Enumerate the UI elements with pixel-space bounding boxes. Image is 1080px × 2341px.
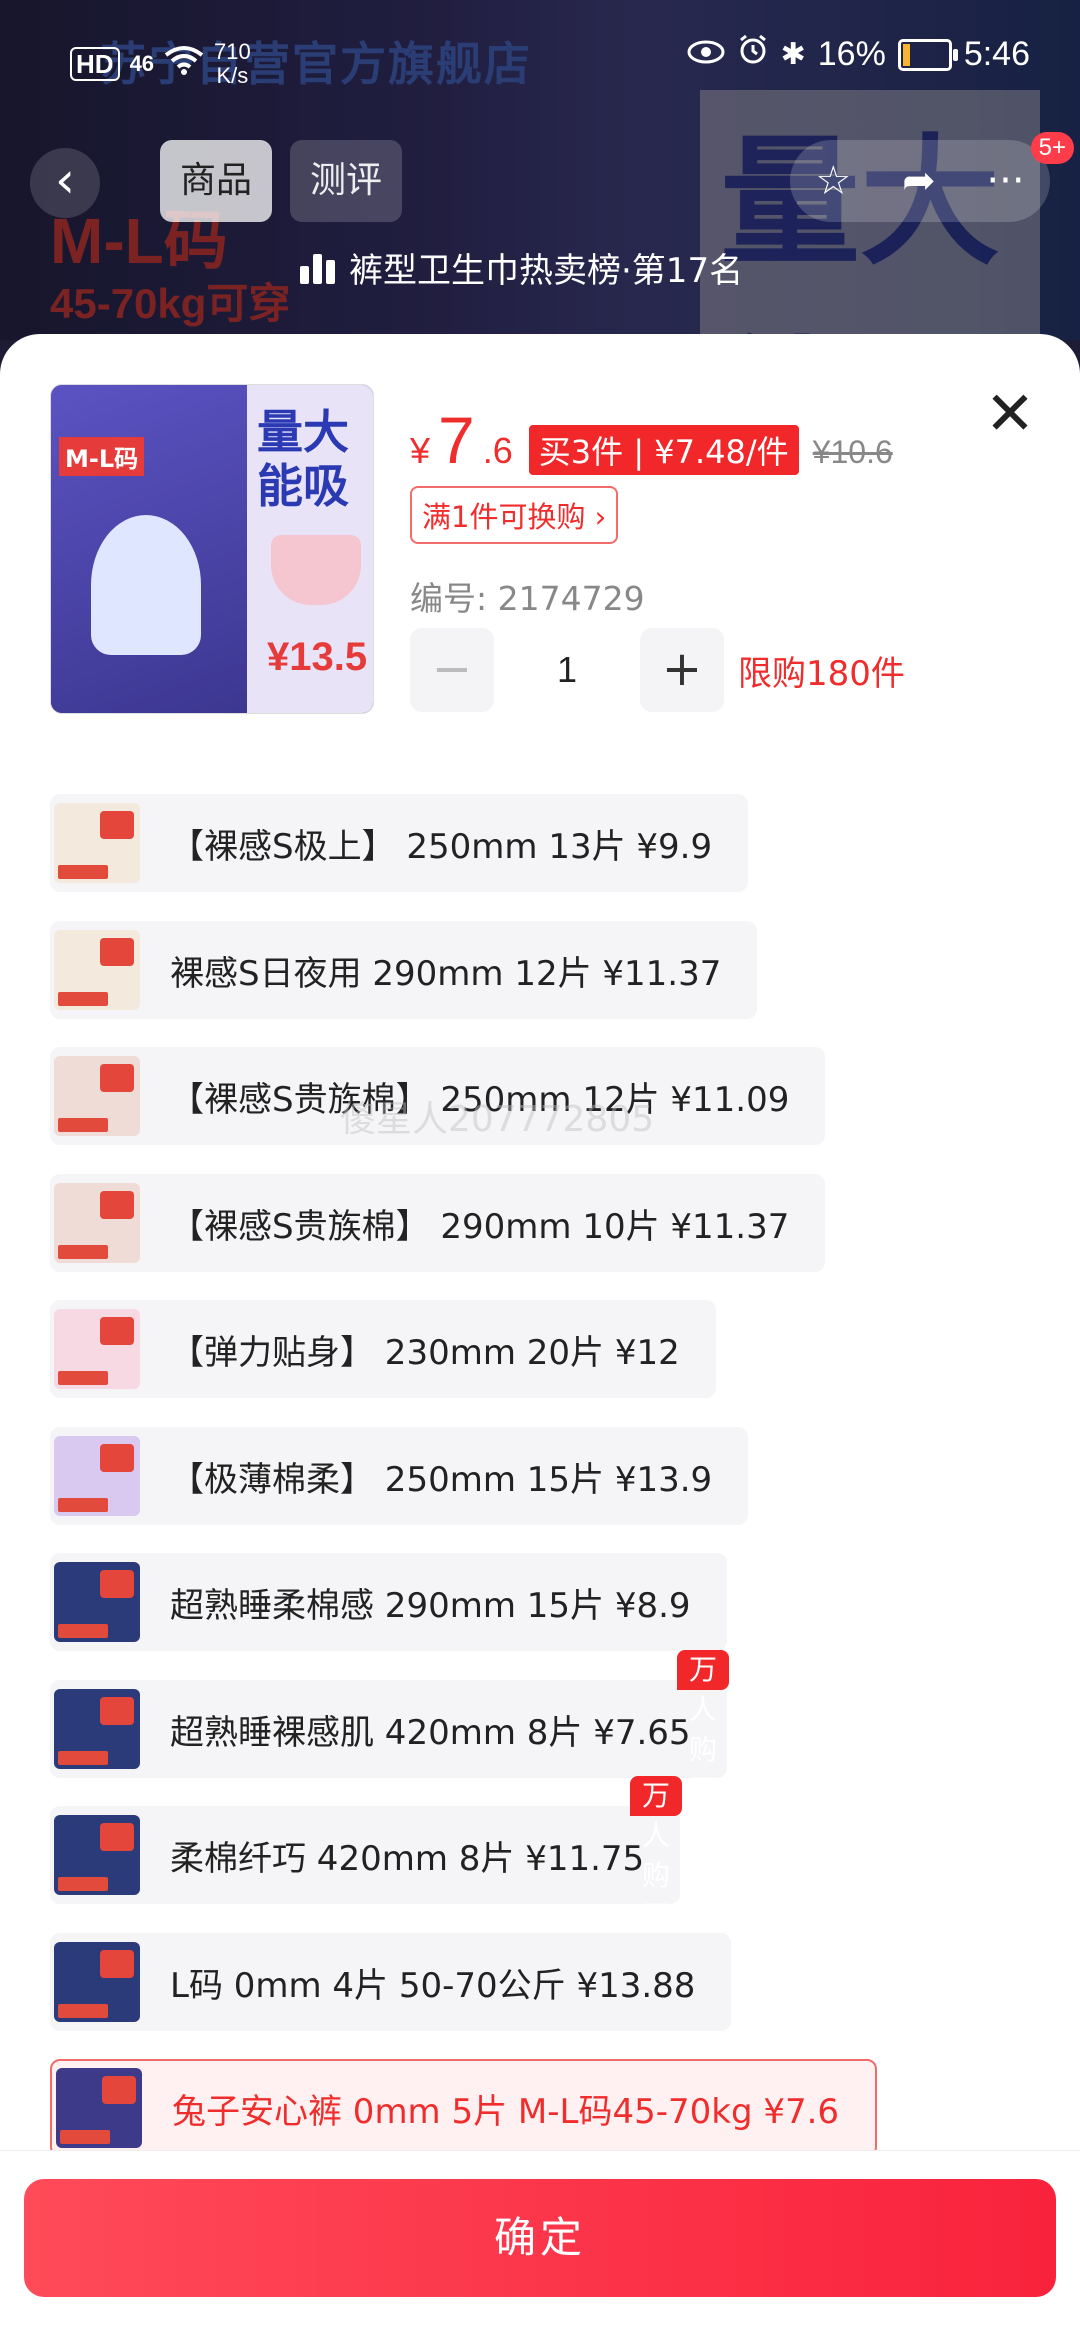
eye-icon [687, 35, 725, 74]
variant-label: 裸感S日夜用 290mm 12片 ¥11.37 [170, 953, 722, 994]
variant-option[interactable]: 【弹力贴身】 230mm 20片 ¥12 [50, 1300, 716, 1398]
price-integer: 7 [438, 403, 475, 477]
rank-text: 裤型卫生巾热卖榜·第17名 [349, 250, 744, 291]
variant-thumbnail [54, 1183, 140, 1263]
variant-thumbnail [54, 1942, 140, 2022]
popular-tag: 万人购买 [677, 1650, 730, 1806]
clock: 5:46 [963, 35, 1030, 73]
variant-thumbnail [54, 1056, 140, 1136]
variant-thumbnail [54, 1436, 140, 1516]
battery-icon [897, 38, 958, 71]
alarm-icon [737, 34, 769, 75]
variant-option[interactable]: 兔子安心裤 0mm 5片 M-L码45-70kg ¥7.6 [50, 2059, 878, 2157]
variant-option[interactable]: 【裸感S极上】 250mm 13片 ¥9.9 [50, 794, 749, 892]
top-actions: ☆ ➦ ··· [790, 140, 1050, 222]
back-button[interactable]: ‹ [30, 148, 100, 218]
price-currency: ¥ [410, 430, 431, 471]
variant-thumbnail [54, 1562, 140, 1642]
variant-option[interactable]: 【裸感S贵族棉】 290mm 10片 ¥11.37 [50, 1174, 826, 1272]
variant-label: 超熟睡裸感肌 420mm 8片 ¥7.65 [170, 1712, 691, 1753]
variant-thumbnail [54, 1815, 140, 1895]
share-icon[interactable]: ➦ [902, 158, 936, 204]
confirm-button[interactable]: 确定 [24, 2179, 1056, 2297]
product-image-price: ¥13.5 [267, 635, 368, 679]
bar-chart-icon [300, 250, 335, 284]
variant-label: 【极薄棉柔】 250mm 15片 ¥13.9 [170, 1459, 713, 1500]
bunny-illustration [91, 515, 201, 655]
pants-illustration [271, 535, 361, 605]
product-image-size-tag: M-L码 [59, 437, 145, 476]
signal-icon: 46 [129, 51, 155, 76]
wifi-icon [164, 45, 204, 84]
close-icon: ✕ [984, 380, 1036, 447]
hd-indicator: HD [70, 47, 120, 81]
variant-thumbnail [54, 1689, 140, 1769]
variant-thumbnail [54, 1309, 140, 1389]
variant-thumbnail [54, 803, 140, 883]
more-icon[interactable]: ··· [986, 158, 1024, 204]
tab-review[interactable]: 测评 [290, 140, 403, 222]
status-bar: HD 46 710 K/s ✱ 16% 5:46 [0, 0, 1080, 120]
quantity-value[interactable]: 1 [494, 649, 640, 691]
variant-thumbnail [54, 930, 140, 1010]
variant-label: 兔子安心裤 0mm 5片 M-L码45-70kg ¥7.6 [172, 2091, 840, 2132]
variant-label: L码 0mm 4片 50-70公斤 ¥13.88 [170, 1965, 696, 2006]
variant-label: 【裸感S极上】 250mm 13片 ¥9.9 [170, 826, 713, 867]
tab-goods[interactable]: 商品 [160, 140, 273, 222]
variant-label: 超熟睡柔棉感 290mm 15片 ¥8.9 [170, 1585, 691, 1626]
decrease-quantity-button[interactable]: − [410, 628, 494, 712]
bluetooth-icon: ✱ [780, 38, 806, 71]
chevron-left-icon: ‹ [55, 151, 75, 209]
price-row: ¥ 7 .6 买3件 | ¥7.48/件 ¥10.6 [410, 402, 893, 478]
close-button[interactable]: ✕ [980, 384, 1040, 444]
star-icon[interactable]: ☆ [815, 158, 851, 204]
purchase-limit: 限购180件 [738, 653, 905, 694]
bulk-promo-badge: 买3件 | ¥7.48/件 [528, 425, 799, 475]
variant-label: 柔棉纤巧 420mm 8片 ¥11.75 [170, 1838, 645, 1879]
exchange-purchase-link[interactable]: 满1件可换购 › [410, 486, 619, 544]
watermark: 傻星人207772805 [340, 1099, 655, 1140]
quantity-stepper: − 1 + 限购180件 [410, 628, 905, 712]
variant-option[interactable]: L码 0mm 4片 50-70公斤 ¥13.88 [50, 1933, 732, 2031]
variant-thumbnail [56, 2068, 142, 2148]
product-image-big-text: 量大能吸 [257, 405, 349, 513]
sku-selection-sheet: M-L码 量大能吸 ¥13.5 ¥ 7 .6 买3件 | ¥7.48/件 ¥10… [0, 334, 1080, 2340]
variant-option[interactable]: 裸感S日夜用 290mm 12片 ¥11.37 [50, 921, 758, 1019]
popular-tag: 万人购买 [630, 1776, 683, 1932]
rank-banner[interactable]: 裤型卫生巾热卖榜·第17名 [300, 232, 743, 302]
battery-percent: 16% [817, 35, 886, 73]
increase-quantity-button[interactable]: + [640, 628, 724, 712]
message-badge: 5+ [1030, 132, 1074, 164]
original-price: ¥10.6 [812, 434, 893, 470]
variant-option[interactable]: 超熟睡柔棉感 290mm 15片 ¥8.9 [50, 1553, 727, 1651]
sku-number: 编号: 2174729 [410, 579, 645, 618]
price-decimal: .6 [482, 430, 513, 471]
footer-bar: 确定 [0, 2150, 1080, 2341]
variant-label: 【裸感S贵族棉】 290mm 10片 ¥11.37 [170, 1206, 790, 1247]
network-speed: 710 K/s [214, 39, 251, 88]
product-image[interactable]: M-L码 量大能吸 ¥13.5 [50, 384, 374, 714]
variant-option[interactable]: 柔棉纤巧 420mm 8片 ¥11.75 [50, 1806, 681, 1904]
variant-label: 【弹力贴身】 230mm 20片 ¥12 [170, 1332, 680, 1373]
variant-option[interactable]: 【极薄棉柔】 250mm 15片 ¥13.9 [50, 1427, 749, 1525]
variant-option[interactable]: 超熟睡裸感肌 420mm 8片 ¥7.65 [50, 1680, 727, 1778]
